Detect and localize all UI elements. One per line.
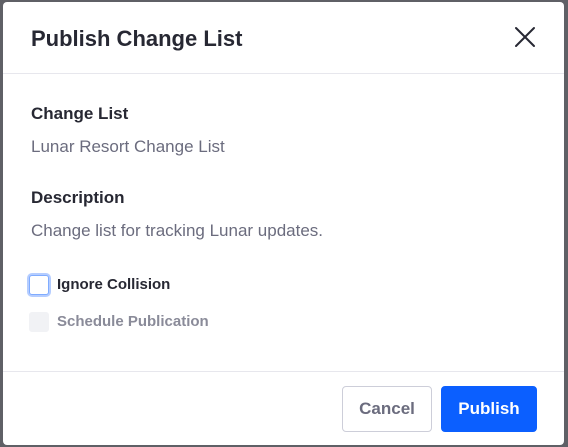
description-label: Description [31,188,125,207]
schedule-publication-label: Schedule Publication [57,313,209,330]
publish-button[interactable]: Publish [441,386,537,432]
schedule-publication-checkbox [29,312,49,332]
ignore-collision-option[interactable]: Ignore Collision [29,273,170,297]
close-button[interactable] [512,24,538,50]
modal-backdrop: Publish Change List Change List Lunar Re… [0,0,568,447]
dialog-body: Change List Lunar Resort Change List Des… [3,74,564,371]
schedule-publication-option: Schedule Publication [29,310,209,334]
change-list-value: Lunar Resort Change List [31,137,225,156]
change-list-label: Change List [31,104,129,123]
description-value: Change list for tracking Lunar updates. [31,221,324,240]
ignore-collision-checkbox[interactable] [29,275,49,295]
publish-change-list-dialog: Publish Change List Change List Lunar Re… [3,2,564,445]
ignore-collision-label: Ignore Collision [57,276,171,293]
dialog-footer: Cancel Publish [3,371,564,445]
dialog-header: Publish Change List [3,2,564,74]
close-icon [512,24,538,50]
cancel-button[interactable]: Cancel [342,386,432,432]
dialog-title: Publish Change List [31,26,243,51]
